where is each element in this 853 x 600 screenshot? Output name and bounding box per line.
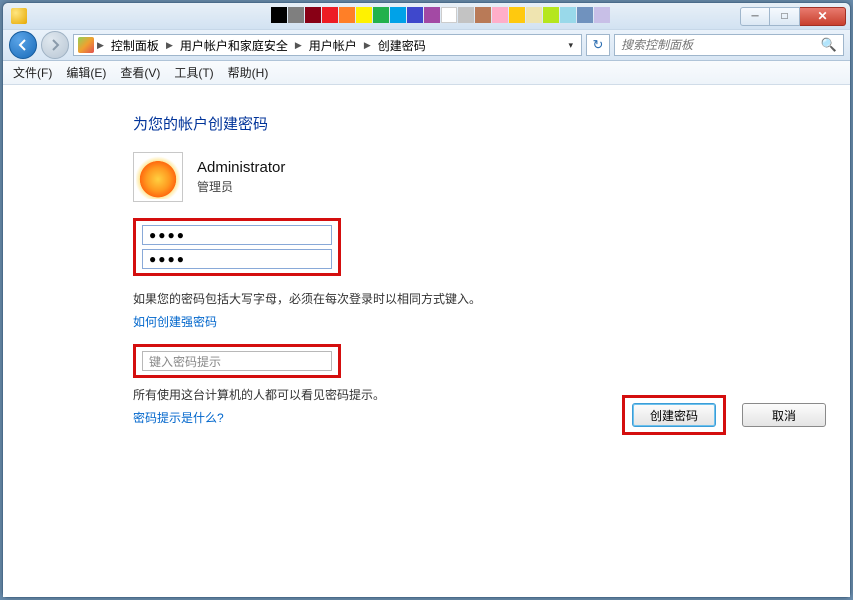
password-fields-highlight: ●●●● ●●●● xyxy=(133,218,341,276)
menu-edit[interactable]: 编辑(E) xyxy=(66,64,106,81)
close-button[interactable]: ✕ xyxy=(800,7,846,26)
refresh-button[interactable]: ↻ xyxy=(586,34,610,56)
chevron-right-icon: ▶ xyxy=(294,40,303,51)
nav-row: ▶ 控制面板 ▶ 用户帐户和家庭安全 ▶ 用户帐户 ▶ 创建密码 ▾ ↻ 🔍 xyxy=(3,29,850,61)
window: ─ □ ✕ ▶ 控制面板 ▶ 用户帐户和家庭安全 ▶ 用户帐户 ▶ 创建密码 ▾… xyxy=(2,2,851,598)
back-button[interactable] xyxy=(9,31,37,59)
chevron-right-icon: ▶ xyxy=(165,40,174,51)
content-area: 为您的帐户创建密码 Administrator 管理员 ●●●● ●●●● 如果… xyxy=(3,85,850,597)
address-bar[interactable]: ▶ 控制面板 ▶ 用户帐户和家庭安全 ▶ 用户帐户 ▶ 创建密码 ▾ xyxy=(73,34,582,56)
button-row: 创建密码 取消 xyxy=(622,395,826,435)
hint-help-link[interactable]: 密码提示是什么? xyxy=(133,409,224,426)
search-input[interactable] xyxy=(621,38,821,52)
menu-view[interactable]: 查看(V) xyxy=(120,64,160,81)
menu-file[interactable]: 文件(F) xyxy=(13,64,52,81)
password-input[interactable]: ●●●● xyxy=(142,225,332,245)
breadcrumb-user-accounts-safety[interactable]: 用户帐户和家庭安全 xyxy=(176,37,292,54)
breadcrumb-user-accounts[interactable]: 用户帐户 xyxy=(305,37,361,54)
password-confirm-input[interactable]: ●●●● xyxy=(142,249,332,269)
create-password-button[interactable]: 创建密码 xyxy=(632,403,716,427)
search-icon[interactable]: 🔍 xyxy=(821,37,837,53)
control-panel-icon xyxy=(78,37,94,53)
menu-bar: 文件(F) 编辑(E) 查看(V) 工具(T) 帮助(H) xyxy=(3,61,850,85)
titlebar: ─ □ ✕ xyxy=(3,3,850,29)
address-dropdown[interactable]: ▾ xyxy=(564,40,577,51)
breadcrumb-create-password[interactable]: 创建密码 xyxy=(374,37,430,54)
minimize-button[interactable]: ─ xyxy=(740,7,770,26)
menu-help[interactable]: 帮助(H) xyxy=(228,64,269,81)
password-hint-input[interactable]: 键入密码提示 xyxy=(142,351,332,371)
chevron-right-icon: ▶ xyxy=(96,40,105,51)
forward-button[interactable] xyxy=(41,31,69,59)
user-info-box: Administrator 管理员 xyxy=(133,152,850,202)
decorative-strip xyxy=(271,7,611,25)
avatar xyxy=(133,152,183,202)
menu-tools[interactable]: 工具(T) xyxy=(174,64,213,81)
page-title: 为您的帐户创建密码 xyxy=(133,113,850,134)
search-box[interactable]: 🔍 xyxy=(614,34,844,56)
app-icon xyxy=(11,8,27,24)
breadcrumb-control-panel[interactable]: 控制面板 xyxy=(107,37,163,54)
maximize-button[interactable]: □ xyxy=(770,7,800,26)
hint-field-highlight: 键入密码提示 xyxy=(133,344,341,378)
chevron-right-icon: ▶ xyxy=(363,40,372,51)
role-label: 管理员 xyxy=(197,178,285,195)
cancel-button[interactable]: 取消 xyxy=(742,403,826,427)
caps-note: 如果您的密码包括大写字母，必须在每次登录时以相同方式键入。 xyxy=(133,290,850,307)
strong-password-link[interactable]: 如何创建强密码 xyxy=(133,313,217,330)
username-label: Administrator xyxy=(197,159,285,176)
create-button-highlight: 创建密码 xyxy=(622,395,726,435)
